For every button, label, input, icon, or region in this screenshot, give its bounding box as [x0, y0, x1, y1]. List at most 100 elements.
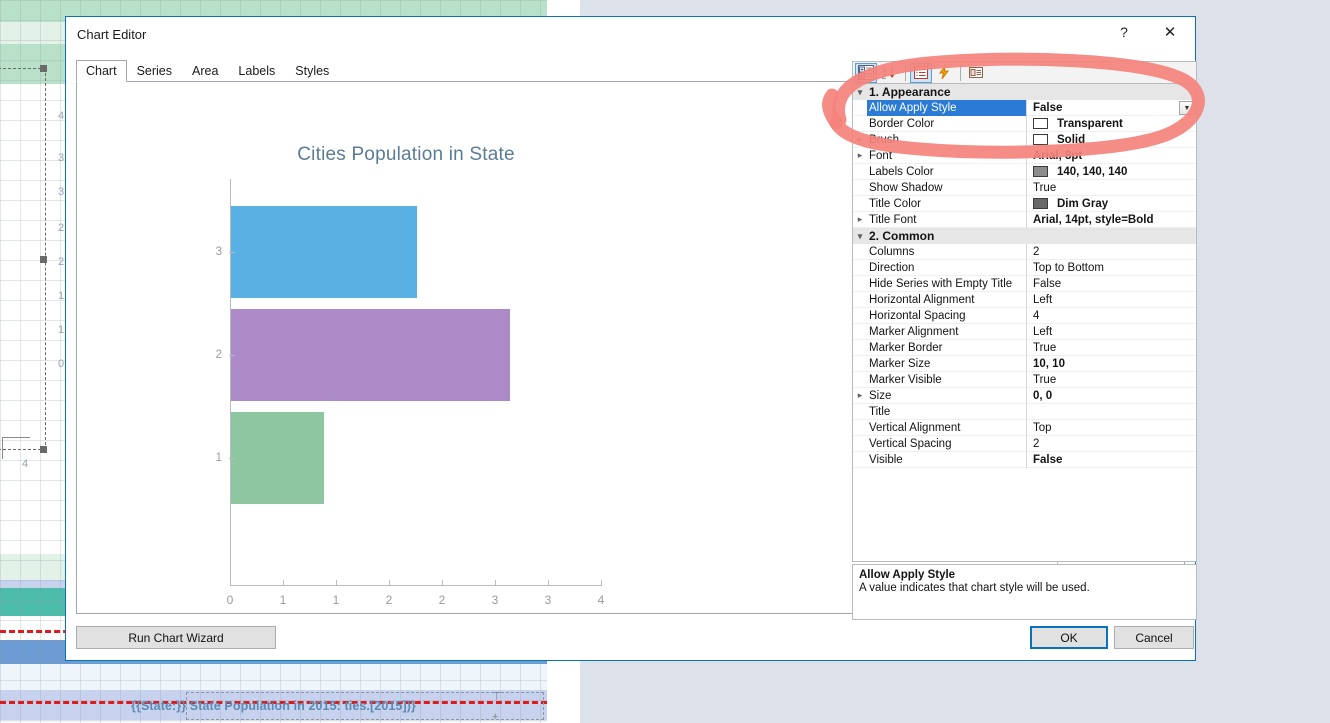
property-value-horizontal-alignment[interactable]: Left — [1027, 292, 1196, 308]
property-row-border-color[interactable]: Border Color Transparent — [853, 115, 1196, 132]
property-row-horizontal-spacing[interactable]: Horizontal Spacing 4 — [853, 307, 1196, 324]
property-row-vertical-alignment[interactable]: Vertical Alignment Top — [853, 419, 1196, 436]
property-value-hide-series-empty-title[interactable]: False — [1027, 276, 1196, 292]
property-row-labels-color[interactable]: Labels Color 140, 140, 140 — [853, 163, 1196, 180]
report-expression-text[interactable]: {{State:}} State Population in 2015: tie… — [0, 694, 547, 718]
property-row-direction[interactable]: Direction Top to Bottom — [853, 259, 1196, 276]
dialog-title: Chart Editor — [77, 26, 147, 42]
property-row-title[interactable]: Title — [853, 403, 1196, 420]
property-value-title-color[interactable]: Dim Gray — [1057, 196, 1108, 212]
property-row-marker-alignment[interactable]: Marker Alignment Left — [853, 323, 1196, 340]
property-description-title: Allow Apply Style — [859, 569, 956, 581]
property-row-visible[interactable]: Visible False — [853, 451, 1196, 468]
resize-handle-mid[interactable] — [40, 256, 47, 263]
chevron-down-icon-editor[interactable]: ▼ — [1179, 101, 1195, 115]
bar-series-2 — [231, 309, 510, 401]
property-value-size[interactable]: 0, 0 — [1027, 388, 1196, 404]
color-swatch-title-color — [1033, 198, 1048, 209]
x-label-2: 1 — [332, 593, 340, 607]
property-pages-icon[interactable] — [965, 63, 987, 83]
property-value-columns[interactable]: 2 — [1027, 244, 1196, 260]
property-value-labels-color[interactable]: 140, 140, 140 — [1057, 164, 1127, 180]
property-row-columns[interactable]: Columns 2 — [853, 243, 1196, 260]
ruler-label-1: 3 — [58, 152, 65, 164]
property-value-show-shadow[interactable]: True — [1027, 180, 1196, 196]
property-value-border-color[interactable]: Transparent — [1057, 116, 1123, 132]
property-value-horizontal-spacing[interactable]: 4 — [1027, 308, 1196, 324]
property-row-horizontal-alignment[interactable]: Horizontal Alignment Left — [853, 291, 1196, 308]
run-chart-wizard-button[interactable]: Run Chart Wizard — [76, 626, 276, 649]
x-label-4: 2 — [438, 593, 446, 607]
property-value-visible[interactable]: False — [1027, 452, 1196, 468]
chevron-right-icon-title-font[interactable]: ▸ — [853, 214, 867, 225]
properties-page-icon[interactable] — [910, 62, 932, 83]
tab-styles[interactable]: Styles — [285, 60, 339, 82]
property-value-font[interactable]: Arial, 8pt — [1027, 148, 1196, 164]
property-row-vertical-spacing[interactable]: Vertical Spacing 2 — [853, 435, 1196, 452]
alphabetical-sort-icon[interactable]: A Z — [878, 63, 900, 83]
property-name-hide-series-empty-title: Hide Series with Empty Title — [867, 275, 1027, 292]
property-category-appearance[interactable]: ▾ 1. Appearance — [853, 84, 1196, 100]
svg-text:Z: Z — [882, 74, 887, 80]
bar-series-1 — [231, 412, 324, 504]
categorized-view-icon[interactable] — [855, 62, 877, 83]
property-value-vertical-spacing[interactable]: 2 — [1027, 436, 1196, 452]
property-description-panel: Allow Apply Style A value indicates that… — [852, 564, 1197, 620]
chevron-right-icon-size[interactable]: ▸ — [853, 390, 867, 401]
property-name-visible: Visible — [867, 451, 1027, 468]
toolbar-separator-1 — [905, 64, 906, 81]
property-value-brush[interactable]: Solid — [1057, 132, 1085, 148]
property-row-brush[interactable]: ▸ Brush Solid — [853, 131, 1196, 148]
close-button[interactable]: ✕ — [1147, 17, 1193, 47]
dialog-footer: Run Chart Wizard OK Cancel — [66, 614, 1195, 660]
x-tick-5 — [495, 580, 496, 586]
property-row-allow-apply-style[interactable]: Allow Apply Style False ▼ — [853, 99, 1196, 116]
y-tick-3 — [229, 252, 235, 253]
chart-preview[interactable]: Cities Population in State 3 2 1 0 1 1 2… — [78, 83, 734, 612]
property-row-marker-visible[interactable]: Marker Visible True — [853, 371, 1196, 388]
property-row-font[interactable]: ▸ Font Arial, 8pt — [853, 147, 1196, 164]
property-name-vertical-alignment: Vertical Alignment — [867, 419, 1027, 436]
property-row-size[interactable]: ▸ Size 0, 0 — [853, 387, 1196, 404]
help-button[interactable]: ? — [1101, 17, 1147, 47]
resize-handle-bottom[interactable] — [40, 446, 47, 453]
property-grid[interactable]: ▾ 1. Appearance Allow Apply Style False … — [852, 83, 1197, 562]
ruler-label-6: 1 — [58, 324, 65, 336]
property-name-columns: Columns — [867, 243, 1027, 260]
property-row-title-font[interactable]: ▸ Title Font Arial, 14pt, style=Bold — [853, 211, 1196, 228]
events-lightning-icon[interactable] — [933, 63, 955, 83]
property-row-marker-border[interactable]: Marker Border True — [853, 339, 1196, 356]
property-row-show-shadow[interactable]: Show Shadow True — [853, 179, 1196, 196]
property-row-hide-series-empty-title[interactable]: Hide Series with Empty Title False — [853, 275, 1196, 292]
tab-labels[interactable]: Labels — [228, 60, 285, 82]
property-row-marker-size[interactable]: Marker Size 10, 10 — [853, 355, 1196, 372]
property-row-title-color[interactable]: Title Color Dim Gray — [853, 195, 1196, 212]
tab-series[interactable]: Series — [127, 60, 182, 82]
ok-button[interactable]: OK — [1030, 626, 1108, 649]
ruler-label-3: 2 — [58, 222, 65, 234]
y-label-2: 2 — [215, 349, 222, 361]
tab-chart[interactable]: Chart — [76, 60, 127, 82]
cancel-button[interactable]: Cancel — [1114, 626, 1194, 649]
chevron-right-icon-font[interactable]: ▸ — [853, 150, 867, 161]
property-value-marker-visible[interactable]: True — [1027, 372, 1196, 388]
resize-handle-top[interactable] — [40, 65, 47, 72]
ruler-label-0: 4 — [58, 110, 65, 122]
chevron-down-icon[interactable]: ▾ — [853, 87, 867, 98]
property-value-direction[interactable]: Top to Bottom — [1027, 260, 1196, 276]
tab-area[interactable]: Area — [182, 60, 228, 82]
chevron-right-icon-brush[interactable]: ▸ — [853, 134, 867, 145]
svg-text:A: A — [882, 67, 887, 74]
color-swatch-labels-color — [1033, 166, 1048, 177]
x-label-0: 0 — [226, 593, 234, 607]
x-label-3: 2 — [385, 593, 393, 607]
property-value-marker-size[interactable]: 10, 10 — [1027, 356, 1196, 372]
property-category-common[interactable]: ▾ 2. Common — [853, 228, 1196, 244]
property-value-vertical-alignment[interactable]: Top — [1027, 420, 1196, 436]
chevron-down-icon-common[interactable]: ▾ — [853, 231, 867, 242]
property-value-title-font[interactable]: Arial, 14pt, style=Bold — [1027, 212, 1196, 228]
property-value-marker-alignment[interactable]: Left — [1027, 324, 1196, 340]
property-value-allow-apply-style[interactable]: False — [1027, 100, 1196, 116]
property-value-title[interactable] — [1027, 404, 1196, 420]
property-value-marker-border[interactable]: True — [1027, 340, 1196, 356]
